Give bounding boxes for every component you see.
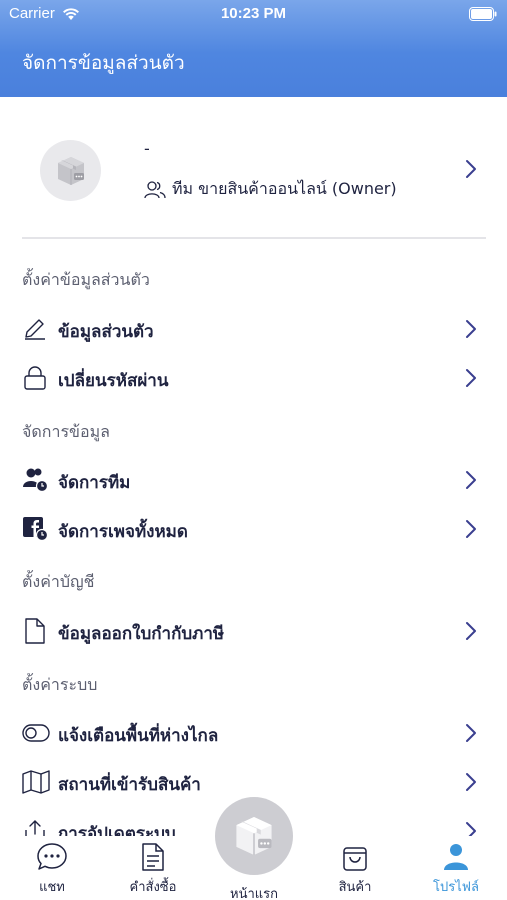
- tab-label: โปรไฟล์: [433, 880, 479, 895]
- menu-item-label: จัดการเพจทั้งหมด: [58, 522, 188, 542]
- chevron-right-icon: [465, 470, 477, 494]
- box-logo-icon: [236, 817, 272, 855]
- page-title: จัดการข้อมูลส่วนตัว: [22, 52, 185, 74]
- home-button[interactable]: [215, 797, 293, 875]
- avatar: [40, 140, 101, 201]
- menu-item-manage-pages[interactable]: จัดการเพจทั้งหมด: [0, 507, 507, 551]
- section-account-title: ตั้งค่าบัญชี: [22, 572, 95, 591]
- tab-home-label: หน้าแรก: [230, 887, 278, 900]
- chat-bubble-icon: [36, 842, 68, 872]
- users-icon: [144, 180, 166, 198]
- menu-item-label: ข้อมูลส่วนตัว: [58, 322, 154, 342]
- menu-item-remote-area-alert[interactable]: แจ้งเตือนพื้นที่ห่างไกล: [0, 711, 507, 755]
- battery-icon: [469, 6, 497, 25]
- section-system-title: ตั้งค่าระบบ: [22, 675, 98, 694]
- menu-item-personal-info[interactable]: ข้อมูลส่วนตัว: [0, 307, 507, 351]
- team-icon: [22, 467, 50, 493]
- tab-products[interactable]: สินค้า: [310, 836, 400, 900]
- section-personal-title: ตั้งค่าข้อมูลส่วนตัว: [22, 270, 150, 289]
- pencil-icon: [22, 316, 50, 342]
- chevron-right-icon: [465, 159, 477, 183]
- divider: [22, 237, 486, 239]
- profile-card[interactable]: - ทีม ขายสินค้าออนไลน์ (Owner): [0, 97, 507, 239]
- profile-team: ทีม ขายสินค้าออนไลน์ (Owner): [144, 177, 397, 202]
- user-icon: [442, 842, 470, 872]
- document-icon: [22, 618, 50, 644]
- menu-item-label: ข้อมูลออกใบกำกับภาษี: [58, 624, 225, 644]
- order-document-icon: [140, 842, 166, 872]
- profile-team-label: ทีม ขายสินค้าออนไลน์ (Owner): [172, 179, 397, 198]
- map-icon: [22, 769, 50, 795]
- app-header: Carrier 10:23 PM จัดการข้อมูลส่วนตัว: [0, 0, 507, 97]
- menu-item-manage-team[interactable]: จัดการทีม: [0, 458, 507, 502]
- tab-profile[interactable]: โปรไฟล์: [411, 836, 501, 900]
- tab-label: สินค้า: [338, 880, 372, 895]
- status-bar: Carrier 10:23 PM: [0, 0, 507, 28]
- section-data-title: จัดการข้อมูล: [22, 422, 110, 441]
- profile-name: -: [144, 139, 150, 158]
- menu-item-tax-invoice[interactable]: ข้อมูลออกใบกำกับภาษี: [0, 609, 507, 653]
- menu-item-label: เปลี่ยนรหัสผ่าน: [58, 371, 169, 391]
- facebook-icon: [22, 516, 50, 542]
- chevron-right-icon: [465, 621, 477, 645]
- tab-label: แชท: [39, 880, 65, 895]
- lock-icon: [22, 365, 50, 391]
- chevron-right-icon: [465, 772, 477, 796]
- tab-chat[interactable]: แชท: [7, 836, 97, 900]
- toggle-icon: [22, 720, 50, 746]
- shopping-bag-icon: [341, 842, 369, 872]
- chevron-right-icon: [465, 368, 477, 392]
- chevron-right-icon: [465, 723, 477, 747]
- tab-orders[interactable]: คำสั่งซื้อ: [108, 836, 198, 900]
- status-time: 10:23 PM: [220, 5, 287, 22]
- menu-item-change-password[interactable]: เปลี่ยนรหัสผ่าน: [0, 356, 507, 400]
- menu-item-label: สถานที่เข้ารับสินค้า: [58, 775, 201, 795]
- menu-item-label: จัดการทีม: [58, 473, 131, 493]
- tab-label: คำสั่งซื้อ: [129, 880, 177, 895]
- chevron-right-icon: [465, 519, 477, 543]
- chevron-right-icon: [465, 319, 477, 343]
- box-logo-icon: [57, 156, 84, 185]
- menu-item-label: แจ้งเตือนพื้นที่ห่างไกล: [58, 726, 219, 746]
